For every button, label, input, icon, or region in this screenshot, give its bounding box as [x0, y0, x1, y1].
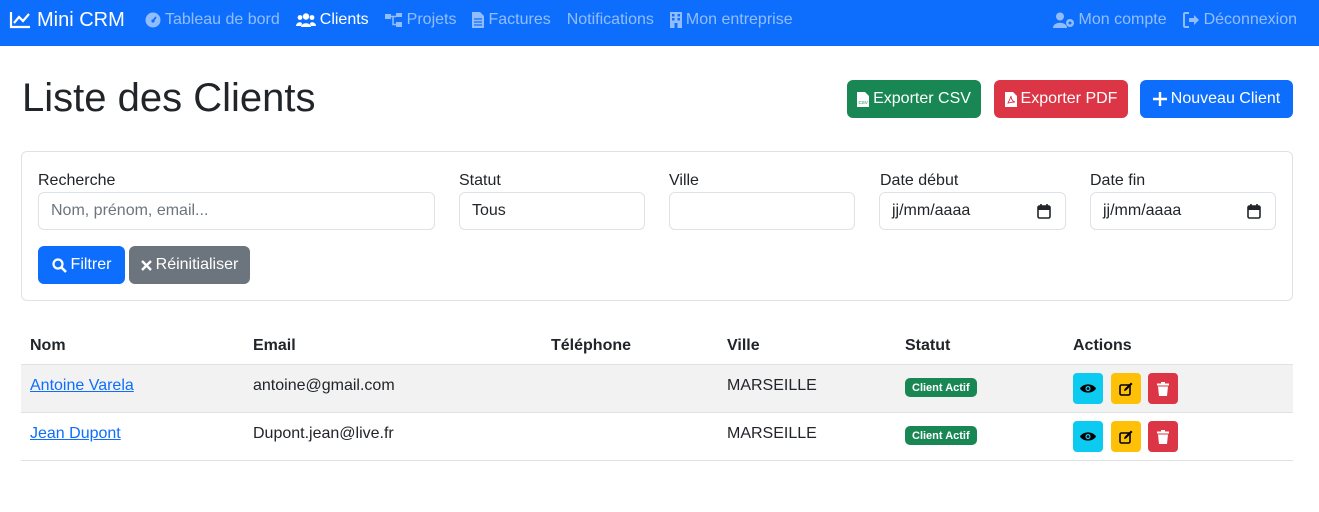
client-city: MARSEILLE — [727, 425, 817, 442]
calendar-icon[interactable] — [1037, 204, 1051, 219]
file-pdf-icon — [1004, 91, 1017, 107]
new-client-label: Nouveau Client — [1170, 90, 1281, 107]
nav-item-label: Déconnexion — [1203, 11, 1297, 28]
calendar-icon[interactable] — [1247, 204, 1261, 219]
column-header-email: Email — [253, 337, 296, 354]
filter-button[interactable]: Filtrer — [38, 246, 125, 284]
nav-item-label: Factures — [488, 11, 551, 28]
date-end-label: Date fin — [1090, 172, 1146, 189]
edit-icon — [1119, 430, 1133, 444]
nav-item-invoices[interactable]: Factures — [472, 11, 551, 29]
nav-item-logout[interactable]: Déconnexion — [1182, 11, 1297, 29]
sitemap-icon — [384, 13, 402, 27]
search-icon — [51, 257, 67, 273]
brand[interactable]: Mini CRM — [9, 0, 125, 40]
date-end-value: jj/mm/aaaa — [1103, 202, 1182, 219]
sign-out-icon — [1182, 12, 1199, 28]
status-value: Tous — [472, 202, 506, 219]
client-name-cell: Jean Dupont — [30, 425, 121, 443]
client-name-cell: Antoine Varela — [30, 377, 134, 395]
trash-icon — [1157, 381, 1169, 396]
delete-button[interactable] — [1148, 373, 1178, 404]
page-title: Liste des Clients — [22, 76, 316, 120]
trash-icon — [1157, 429, 1169, 444]
nav-item-dashboard[interactable]: Tableau de bord — [145, 11, 280, 29]
search-placeholder: Nom, prénom, email... — [51, 202, 209, 219]
nav-item-account[interactable]: Mon compte — [1052, 11, 1167, 29]
date-start-value: jj/mm/aaaa — [892, 202, 971, 219]
nav-item-label: Mon compte — [1078, 11, 1167, 28]
column-header-actions: Actions — [1073, 337, 1132, 354]
export-pdf-label: Exporter PDF — [1020, 90, 1118, 107]
status-label: Statut — [459, 172, 501, 189]
building-icon — [669, 12, 682, 28]
nav-item-company[interactable]: Mon entreprise — [669, 11, 793, 29]
nav-item-notifications[interactable]: Notifications — [567, 11, 654, 29]
svg-text:CSV: CSV — [859, 100, 868, 105]
nav-item-label: Clients — [319, 11, 369, 28]
date-start-label: Date début — [880, 172, 959, 189]
nav-account: Mon compte Déconnexion — [1037, 0, 1297, 40]
client-name-link[interactable]: Jean Dupont — [30, 425, 121, 442]
status-badge: Client Actif — [905, 426, 977, 445]
status-badge: Client Actif — [905, 378, 977, 397]
new-client-button[interactable]: Nouveau Client — [1140, 80, 1293, 118]
eye-icon — [1080, 432, 1096, 441]
export-csv-label: Exporter CSV — [873, 90, 971, 107]
nav-item-projects[interactable]: Projets — [384, 11, 457, 29]
filter-button-label: Filtrer — [70, 256, 112, 273]
navbar: Mini CRM Tableau de bord Clients Projets… — [0, 0, 1319, 46]
client-email: antoine@gmail.com — [253, 377, 395, 394]
gauge-icon — [145, 12, 161, 28]
user-cog-icon — [1052, 12, 1074, 28]
city-input[interactable] — [669, 192, 855, 230]
column-header-city: Ville — [727, 337, 760, 354]
reset-button[interactable]: Réinitialiser — [129, 246, 250, 284]
view-button[interactable] — [1073, 421, 1103, 452]
nav-item-label: Mon entreprise — [685, 11, 793, 28]
status-select[interactable]: Tous — [459, 192, 645, 230]
nav-item-label: Projets — [406, 11, 457, 28]
edit-button[interactable] — [1111, 373, 1141, 404]
file-csv-icon: CSV — [857, 91, 870, 107]
search-input[interactable]: Nom, prénom, email... — [38, 192, 435, 230]
file-invoice-icon — [472, 12, 485, 28]
edit-button[interactable] — [1111, 421, 1141, 452]
column-header-name: Nom — [30, 337, 66, 354]
table-row: Jean Dupont Dupont.jean@live.fr MARSEILL… — [21, 413, 1293, 461]
column-header-phone: Téléphone — [551, 337, 632, 354]
plus-icon — [1152, 92, 1167, 106]
nav-item-label: Notifications — [566, 11, 654, 28]
date-start-input[interactable]: jj/mm/aaaa — [879, 192, 1066, 230]
nav-main: Tableau de bord Clients Projets Factures… — [145, 0, 809, 40]
users-icon — [295, 13, 316, 27]
delete-button[interactable] — [1148, 421, 1178, 452]
edit-icon — [1119, 382, 1133, 396]
export-csv-button[interactable]: CSV Exporter CSV — [847, 80, 981, 118]
search-label: Recherche — [38, 172, 116, 189]
table-header: Nom Email Téléphone Ville Statut Actions — [21, 326, 1293, 365]
nav-item-clients[interactable]: Clients — [295, 11, 369, 29]
view-button[interactable] — [1073, 373, 1103, 404]
client-name-link[interactable]: Antoine Varela — [30, 377, 134, 394]
table-row: Antoine Varela antoine@gmail.com MARSEIL… — [21, 365, 1293, 413]
clients-table: Nom Email Téléphone Ville Statut Actions… — [21, 326, 1293, 461]
close-icon — [140, 259, 152, 271]
brand-label: Mini CRM — [37, 8, 125, 31]
eye-icon — [1080, 384, 1096, 393]
column-header-status: Statut — [905, 337, 951, 354]
date-end-input[interactable]: jj/mm/aaaa — [1090, 192, 1276, 230]
export-pdf-button[interactable]: Exporter PDF — [994, 80, 1128, 118]
nav-item-label: Tableau de bord — [165, 11, 280, 28]
city-label: Ville — [669, 172, 699, 189]
reset-button-label: Réinitialiser — [155, 256, 239, 273]
client-email: Dupont.jean@live.fr — [253, 425, 394, 442]
chart-line-icon — [9, 12, 30, 29]
client-city: MARSEILLE — [727, 377, 817, 394]
